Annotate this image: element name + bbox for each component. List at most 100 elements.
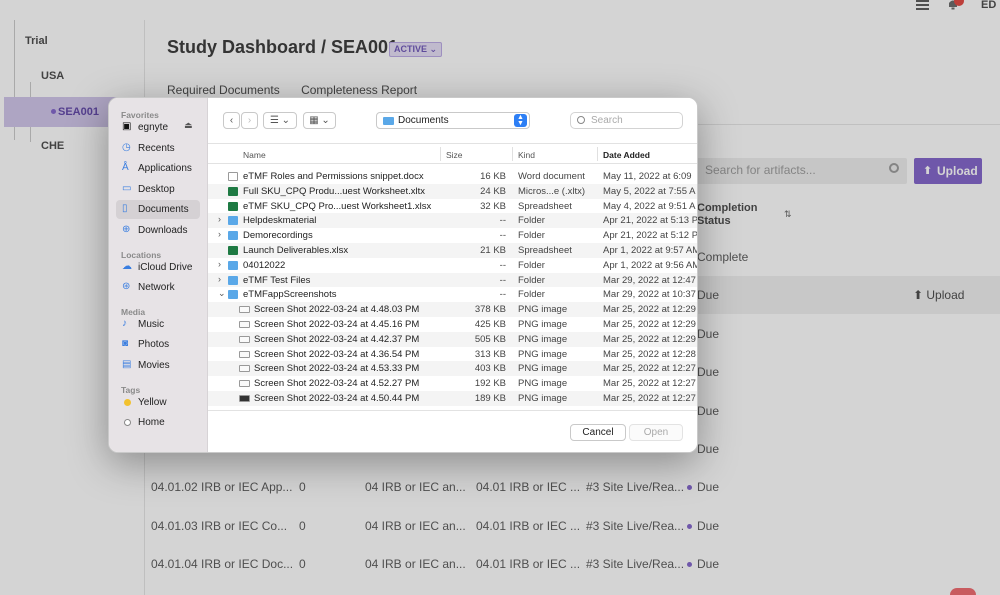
spreadsheet-icon (228, 246, 238, 255)
file-date-added: Mar 25, 2022 at 12:27 (603, 393, 696, 404)
sidebar-item-icloud-drive[interactable]: ☁ iCloud Drive (116, 258, 200, 277)
camera-icon: ◙ (122, 338, 129, 350)
cancel-button[interactable]: Cancel (570, 424, 626, 441)
download-icon: ⊕ (122, 224, 131, 235)
image-icon (239, 350, 250, 358)
file-row[interactable]: › Demorecordings -- Folder Apr 21, 2022 at 5… (208, 228, 698, 243)
sidebar-item-photos[interactable]: ◙ Photos (116, 335, 200, 354)
sidebar-item-downloads[interactable]: ⊕ Downloads (116, 221, 200, 240)
sidebar-item-yellow[interactable]: Yellow (116, 393, 200, 412)
file-row[interactable]: Screen Shot 2022-03-24 at 4.36.54 PM 313 … (208, 347, 697, 362)
file-row[interactable]: Launch Deliverables.xlsx 21 KB Spreadsheet… (208, 243, 698, 258)
folder-icon (228, 216, 238, 226)
chevron-down-icon[interactable]: ⌄ (218, 288, 226, 299)
file-kind: PNG image (518, 304, 568, 316)
image-icon (239, 306, 250, 314)
file-row[interactable]: Screen Shot 2022-03-24 at 4.53.33 PM 403 … (208, 361, 697, 377)
file-name: eTMF SKU_CPQ Pro...uest Worksheet1.xlsx (243, 200, 432, 212)
back-button[interactable]: ‹ (223, 112, 240, 129)
sidebar-item-home[interactable]: Home (116, 413, 200, 432)
sidebar-item-recents[interactable]: ◷ Recents (116, 139, 200, 158)
file-name: eTMF Roles and Permissions snippet.docx (243, 171, 424, 182)
file-row[interactable]: ⌄ eTMFappScreenshots -- Folder Mar 29, 2022 … (208, 287, 697, 302)
file-row[interactable]: › 04012022 -- Folder Apr 1, 2022 at 9:56 AM (208, 258, 698, 273)
file-row[interactable]: › Helpdeskmaterial -- Folder Apr 21, 2022 at… (208, 213, 697, 229)
file-size: -- (499, 215, 506, 227)
file-kind: Spreadsheet (518, 245, 572, 256)
sidebar-item-label: Movies (138, 360, 170, 371)
file-date-added: Mar 25, 2022 at 12:27 (603, 363, 696, 375)
film-icon: ▤ (122, 359, 132, 370)
spreadsheet-icon (228, 186, 238, 196)
column-header-name[interactable]: Name (243, 150, 266, 160)
file-row[interactable]: Screen Shot 2022-03-24 at 4.45.16 PM 425 … (208, 317, 697, 332)
file-row[interactable]: eTMF Roles and Permissions snippet.docx 1… (208, 169, 697, 184)
folder-icon (228, 290, 238, 300)
sidebar-item-label: Applications (138, 163, 192, 175)
chevron-right-icon[interactable]: › (218, 259, 221, 269)
file-size: 403 KB (474, 363, 506, 375)
sidebar-item-label: Downloads (138, 225, 188, 236)
desktop-icon: ▭ (122, 182, 132, 194)
file-size: 189 KB (474, 393, 506, 404)
file-row[interactable]: eTMF SKU_CPQ Pro...uest Worksheet1.xlsx 3… (208, 199, 697, 214)
chevron-right-icon[interactable]: › (218, 229, 221, 239)
sidebar-item-network[interactable]: ⊛ Network (116, 278, 200, 297)
file-row[interactable]: Screen Shot 2022-03-24 at 4.48.03 PM 378 … (208, 302, 697, 317)
file-date-added: Apr 21, 2022 at 5:12 P (603, 230, 698, 242)
sidebar-item-label: Network (138, 282, 175, 294)
dialog-search-input[interactable]: Search (570, 112, 683, 129)
open-button[interactable]: Open (629, 424, 683, 441)
file-name: Screen Shot 2022-03-24 at 4.36.54 PM (254, 348, 420, 360)
sidebar-item-applications[interactable]: Å Applications (116, 159, 200, 178)
globe-icon: ⊛ (122, 281, 131, 293)
path-select-label: Documents (398, 115, 449, 126)
file-name: Helpdeskmaterial (243, 215, 317, 227)
file-row[interactable]: › eTMF Test Files -- Folder Mar 29, 2022 at … (208, 272, 697, 288)
sidebar-item-movies[interactable]: ▤ Movies (116, 356, 200, 375)
path-select[interactable]: Documents ▲ ▼ (376, 112, 530, 129)
sidebar-item-documents[interactable]: ▯ Documents (116, 200, 200, 220)
file-name: Screen Shot 2022-03-24 at 4.53.33 PM (254, 363, 420, 375)
file-date-added: Apr 1, 2022 at 9:56 AM (603, 259, 698, 271)
dialog-toolbar: ‹ › ☰ ⌄ ▦ ⌄ Documents ▲ ▼ Search (208, 98, 697, 144)
file-name: 04012022 (243, 259, 286, 271)
file-name: eTMFappScreenshots (243, 289, 337, 301)
dialog-footer: Cancel Open (208, 410, 697, 452)
column-header-size[interactable]: Size (446, 150, 463, 160)
image-icon (239, 335, 250, 343)
sidebar-item-desktop[interactable]: ▭ Desktop (116, 180, 200, 199)
dialog-sidebar: Favorites ▣ egnyte ⏏ ◷ Recents Å Applications ▭ D… (109, 98, 208, 452)
sidebar-item-label: Desktop (138, 183, 175, 195)
list-view-button[interactable]: ☰ ⌄ (263, 112, 297, 129)
sidebar-item-egnyte[interactable]: ▣ egnyte ⏏ (116, 118, 200, 137)
column-header-kind[interactable]: Kind (518, 150, 535, 160)
folder-icon (228, 260, 238, 270)
folder-icon (383, 117, 394, 125)
file-size: 24 KB (480, 185, 506, 197)
dialog-main: ‹ › ☰ ⌄ ▦ ⌄ Documents ▲ ▼ Search Name Siz… (208, 98, 698, 452)
grid-view-button[interactable]: ▦ ⌄ (303, 112, 336, 129)
file-date-added: May 11, 2022 at 6:09 (603, 171, 692, 182)
sidebar-item-music[interactable]: ♪ Music (116, 315, 200, 334)
chevron-right-icon[interactable]: › (218, 274, 221, 284)
forward-button[interactable]: › (241, 112, 258, 129)
image-icon (239, 380, 250, 388)
chevron-right-icon[interactable]: › (218, 214, 221, 224)
file-kind: PNG image (518, 363, 568, 375)
file-row[interactable]: Full SKU_CPQ Produ...uest Worksheet.xltx… (208, 183, 697, 199)
document-icon: ▯ (122, 203, 128, 215)
file-open-dialog: Favorites ▣ egnyte ⏏ ◷ Recents Å Applications ▭ D… (108, 97, 698, 453)
sidebar-item-label: egnyte (138, 122, 169, 133)
file-date-added: Mar 29, 2022 at 10:37 (603, 289, 696, 301)
eject-icon[interactable]: ⏏ (184, 120, 193, 131)
clock-icon: ◷ (122, 141, 131, 153)
file-size: 16 KB (480, 171, 506, 182)
file-kind: PNG image (518, 333, 568, 345)
file-date-added: Apr 1, 2022 at 9:57 AM (603, 245, 698, 256)
file-row[interactable]: Screen Shot 2022-03-24 at 4.52.27 PM 192 … (208, 376, 697, 391)
file-row[interactable]: Screen Shot 2022-03-24 at 4.42.37 PM 505 … (208, 331, 697, 347)
file-kind: Folder (518, 215, 545, 227)
file-row[interactable]: Screen Shot 2022-03-24 at 4.50.44 PM 189 … (208, 391, 697, 406)
column-header-date-added[interactable]: Date Added (603, 150, 650, 160)
